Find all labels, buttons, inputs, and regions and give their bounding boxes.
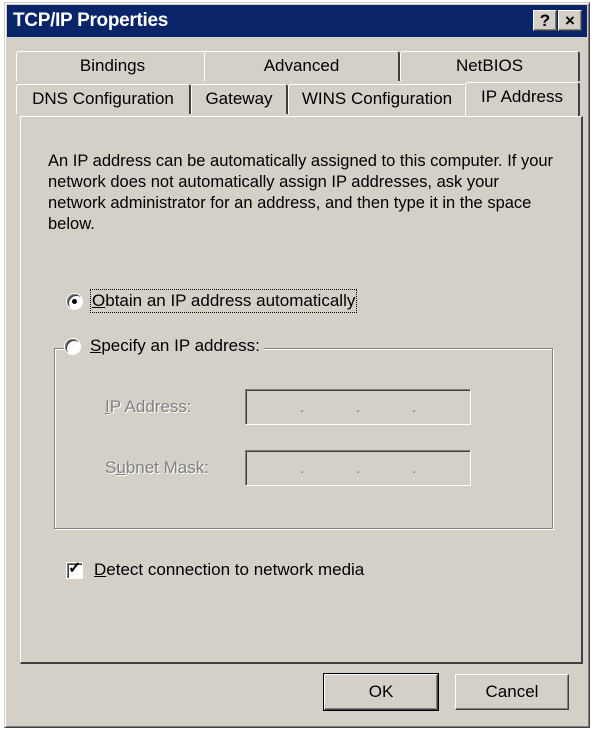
obtain-ip-automatically-option[interactable]: Obtain an IP address automatically xyxy=(67,289,358,313)
tab-dns-configuration[interactable]: DNS Configuration xyxy=(16,84,191,114)
detect-media-label: Detect connection to network media xyxy=(94,560,365,579)
tab-ip-address[interactable]: IP Address xyxy=(465,82,580,116)
detect-media-checkbox[interactable]: ✓ xyxy=(67,560,82,578)
specify-ip-groupbox xyxy=(54,348,553,529)
mask-octet-2[interactable] xyxy=(304,453,356,483)
ip-octet-4[interactable] xyxy=(416,392,468,422)
cancel-button[interactable]: Cancel xyxy=(455,674,569,710)
mask-octet-1[interactable] xyxy=(249,453,301,483)
tab-bindings[interactable]: Bindings xyxy=(16,51,210,81)
mask-octet-4[interactable] xyxy=(416,453,468,483)
obtain-ip-radio[interactable] xyxy=(67,293,82,309)
help-button[interactable]: ? xyxy=(533,10,557,31)
ip-octet-3[interactable] xyxy=(360,392,412,422)
subnet-mask-label: Subnet Mask: xyxy=(105,458,209,477)
ip-octet-2[interactable] xyxy=(304,392,356,422)
description-text: An IP address can be automatically assig… xyxy=(48,152,554,233)
tcpip-properties-dialog: TCP/IP Properties ? × Bindings Advanced … xyxy=(4,2,590,728)
specify-ip-radio[interactable] xyxy=(65,338,80,354)
ip-address-field[interactable]: . . . xyxy=(245,389,471,425)
tab-wins-configuration[interactable]: WINS Configuration xyxy=(288,84,467,114)
ip-octet-1[interactable] xyxy=(249,392,301,422)
radio-selected-dot xyxy=(72,298,77,304)
tab-advanced[interactable]: Advanced xyxy=(204,51,400,81)
ip-address-label: IP Address: xyxy=(105,397,192,416)
specify-ip-label: Specify an IP address: xyxy=(90,336,260,355)
checkmark-icon: ✓ xyxy=(68,559,82,577)
ok-button[interactable]: OK xyxy=(323,673,439,711)
obtain-ip-label: Obtain an IP address automatically xyxy=(89,289,358,313)
dialog-title: TCP/IP Properties xyxy=(13,10,169,31)
ip-address-panel: An IP address can be automatically assig… xyxy=(20,116,583,664)
tab-gateway[interactable]: Gateway xyxy=(191,84,288,114)
detect-media-option[interactable]: ✓ Detect connection to network media xyxy=(67,560,364,580)
specify-ip-option[interactable]: Specify an IP address: xyxy=(65,336,264,356)
title-bar: TCP/IP Properties ? × xyxy=(7,5,587,37)
tab-netbios[interactable]: NetBIOS xyxy=(400,51,580,81)
mask-octet-3[interactable] xyxy=(360,453,412,483)
close-button[interactable]: × xyxy=(558,10,582,31)
subnet-mask-field[interactable]: . . . xyxy=(245,450,471,486)
